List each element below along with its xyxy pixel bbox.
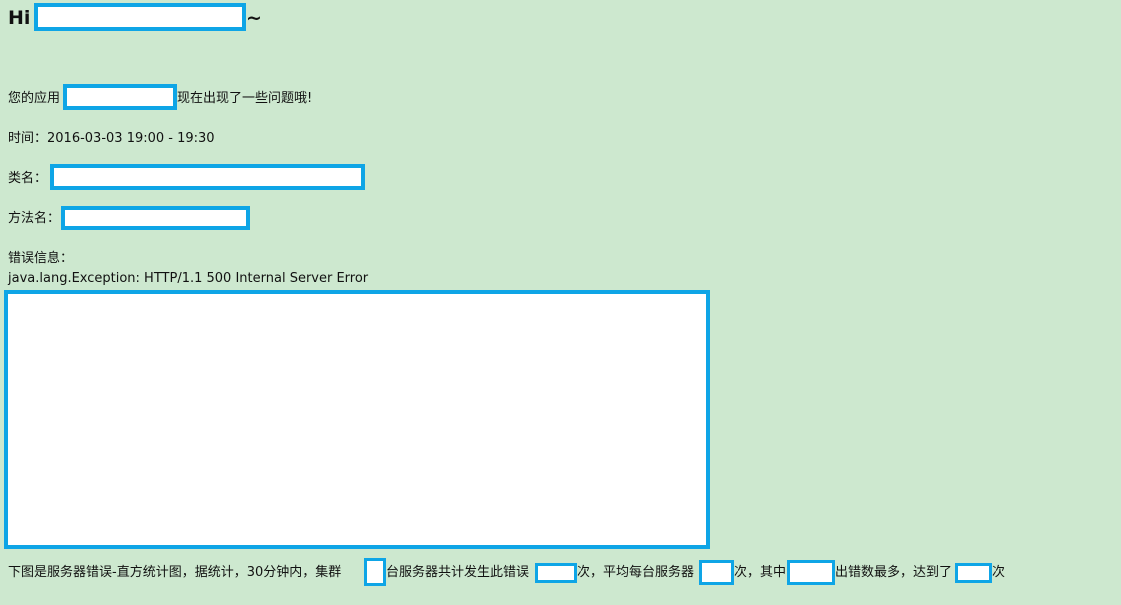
summary-part-4: 次，其中 [734,565,787,580]
time-value: 2016-03-03 19:00 - 19:30 [47,131,215,146]
redacted-top-server [787,560,835,585]
redacted-method-name [61,206,250,230]
greeting-suffix: ~ [246,7,262,29]
intro-text-after: 现在出现了一些问题哦! [177,91,313,106]
summary-part-1: 下图是服务器错误-直方统计图，据统计，30分钟内，集群 [8,565,342,580]
summary-part-3: 次，平均每台服务器 [577,565,695,580]
error-info-label: 错误信息： [8,251,74,266]
redacted-class-name [50,164,365,190]
time-label: 时间： [8,131,48,146]
greeting-prefix: Hi [8,7,31,29]
redacted-app-name [63,84,177,110]
error-exception-text: java.lang.Exception: HTTP/1.1 500 Intern… [8,271,369,286]
summary-part-5: 出错数最多，达到了 [835,565,953,580]
redacted-max-errors [955,563,992,583]
time-line: 时间：2016-03-03 19:00 - 19:30 [8,131,215,147]
redacted-total-errors [535,563,577,583]
class-name-label: 类名： [8,171,48,186]
redacted-user-name [34,3,246,31]
method-name-label: 方法名： [8,211,61,226]
redacted-avg-errors [699,560,734,585]
summary-part-2: 台服务器共计发生此错误 [386,565,530,580]
redacted-stack-trace [4,290,710,549]
redacted-server-count [364,558,386,586]
intro-text-before: 您的应用 [8,91,61,106]
summary-part-6: 次 [992,565,1006,580]
